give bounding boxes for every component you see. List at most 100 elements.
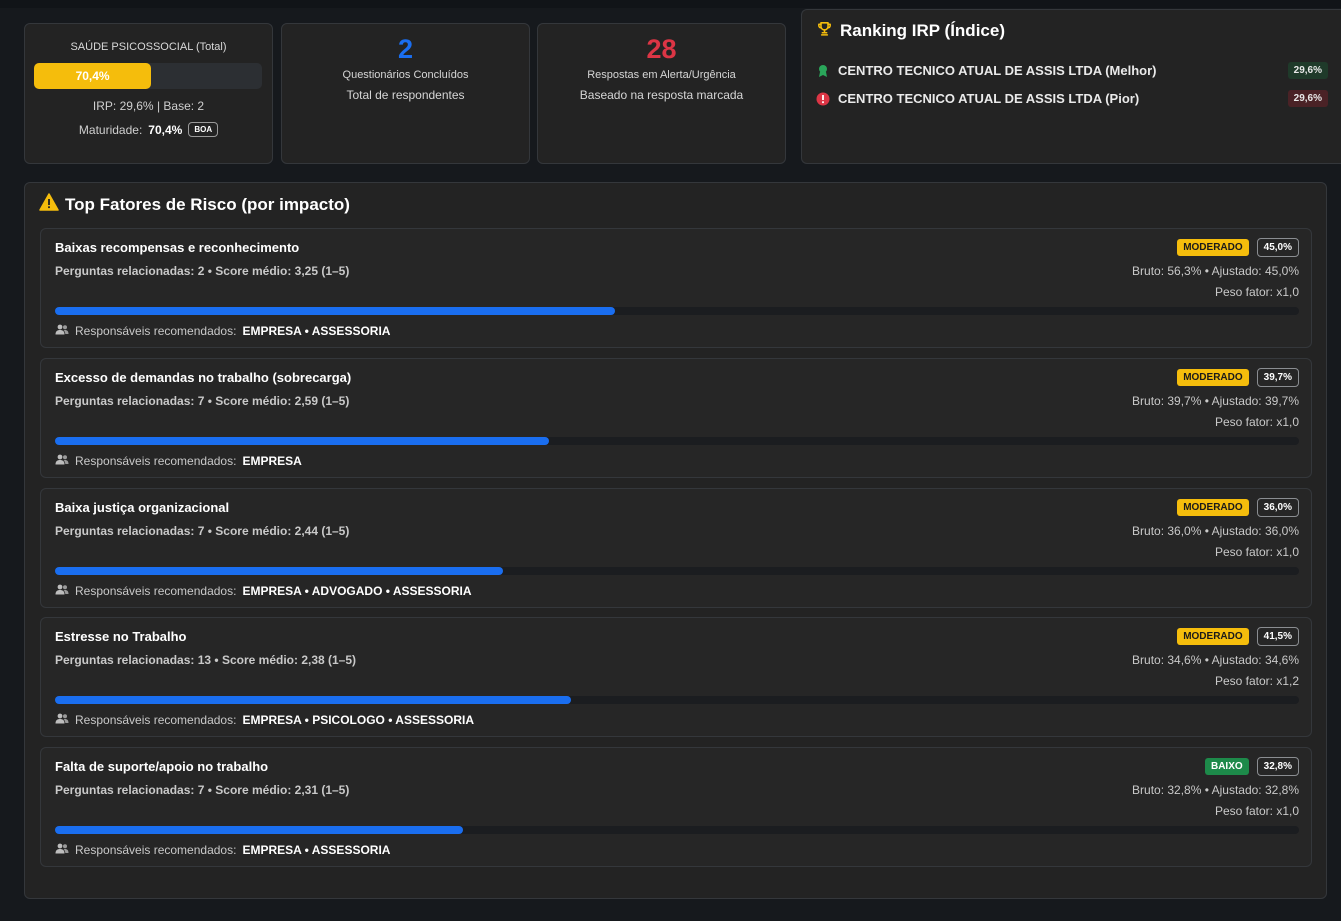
factor-resp-label: Responsáveis recomendados: (75, 454, 237, 468)
health-bar: 70,4% (34, 63, 262, 89)
factor-badges: MODERADO 41,5% (1177, 627, 1299, 646)
ranking-title: Ranking IRP (Índice) (840, 21, 1005, 40)
factor-progress-track (55, 826, 1299, 834)
separator: • (204, 264, 216, 278)
factor-responsibles: Responsáveis recomendados: EMPRESA • ASSE… (55, 843, 390, 857)
alerts-card: 28 Respostas em Alerta/Urgência Baseado … (537, 23, 786, 164)
factor-badges: MODERADO 36,0% (1177, 498, 1299, 517)
factor-resp-label: Responsáveis recomendados: (75, 843, 237, 857)
factor-bruto-ajustado: Bruto: 56,3% • Ajustado: 45,0% (1132, 264, 1299, 278)
trophy-icon (816, 20, 833, 42)
factor-name: Falta de suporte/apoio no trabalho (55, 759, 269, 774)
risk-percent-badge: 36,0% (1256, 498, 1299, 517)
factor-score: Score médio: 2,59 (1–5) (215, 394, 350, 408)
health-bar-fill: 70,4% (34, 63, 152, 89)
factor-bruto-ajustado: Bruto: 32,8% • Ajustado: 32,8% (1132, 783, 1299, 797)
alerts-label: Respostas em Alerta/Urgência (587, 69, 736, 81)
health-irp-text: IRP: 29,6% | Base: 2 (92, 99, 205, 113)
ranking-item-value: 29,6% (1287, 62, 1328, 79)
factor-bruto-ajustado: Bruto: 36,0% • Ajustado: 36,0% (1132, 524, 1299, 538)
risk-factor-card: Falta de suporte/apoio no trabalho Pergun… (40, 747, 1312, 867)
risk-percent-badge: 41,5% (1256, 627, 1299, 646)
health-card: SAÚDE PSICOSSOCIAL (Total) 70,4% IRP: 29… (24, 23, 273, 164)
factor-name: Excesso de demandas no trabalho (sobreca… (55, 370, 352, 385)
factor-meta: Perguntas relacionadas: 7 • Score médio:… (55, 783, 349, 797)
separator: • (211, 653, 222, 667)
maturity-row: Maturidade: 70,4% BOA (25, 122, 272, 137)
factor-progress-fill (55, 696, 572, 704)
risk-header: Top Fatores de Risco (por impacto) (39, 193, 350, 216)
risk-title: Top Fatores de Risco (por impacto) (65, 194, 350, 214)
factor-progress-track (55, 696, 1299, 704)
alerts-sub: Baseado na resposta marcada (579, 88, 744, 102)
factor-meta: Perguntas relacionadas: 7 • Score médio:… (55, 524, 349, 538)
ranking-card: Ranking IRP (Índice) CENTRO TECNICO ATUA… (801, 9, 1341, 164)
factor-responsibles: Responsáveis recomendados: EMPRESA • ADVO… (55, 584, 472, 598)
maturity-value: 70,4% (148, 122, 183, 137)
factor-resp-label: Responsáveis recomendados: (75, 584, 237, 598)
risk-factor-card: Baixas recompensas e reconhecimento Pergu… (40, 228, 1312, 348)
factor-peso: Peso fator: x1,0 (1214, 285, 1299, 299)
factor-name: Baixas recompensas e reconhecimento (55, 240, 300, 255)
factor-meta: Perguntas relacionadas: 13 • Score médio… (55, 653, 356, 667)
factor-badges: BAIXO 32,8% (1204, 757, 1299, 776)
completed-label: Questionários Concluídos (342, 69, 469, 81)
completed-card: 2 Questionários Concluídos Total de resp… (281, 23, 530, 164)
factor-name: Estresse no Trabalho (55, 629, 187, 644)
risk-percent-badge: 39,7% (1256, 368, 1299, 387)
factor-responsibles: Responsáveis recomendados: EMPRESA • PSIC… (55, 713, 474, 727)
factor-questions: 13 (197, 653, 212, 667)
factor-resp-value: EMPRESA • PSICOLOGO • ASSESSORIA (242, 713, 474, 727)
risk-factor-card: Baixa justiça organizacional Perguntas re… (40, 488, 1312, 608)
top-bar (0, 0, 1341, 8)
factor-resp-label: Responsáveis recomendados: (75, 713, 237, 727)
factor-name: Baixa justiça organizacional (55, 500, 230, 515)
alert-circle-icon (816, 92, 830, 106)
users-icon (55, 324, 69, 338)
factor-score: Score médio: 3,25 (1–5) (215, 264, 350, 278)
maturity-badge: BOA (188, 122, 219, 137)
separator: • (204, 783, 216, 797)
factor-bruto-ajustado: Bruto: 39,7% • Ajustado: 39,7% (1132, 394, 1299, 408)
ranking-item-worst: CENTRO TECNICO ATUAL DE ASSIS LTDA (Pior… (816, 90, 1328, 107)
users-icon (55, 713, 69, 727)
factor-meta-label: Perguntas relacionadas: (55, 524, 195, 538)
factor-resp-value: EMPRESA • ASSESSORIA (242, 843, 391, 857)
factor-responsibles: Responsáveis recomendados: EMPRESA • ASSE… (55, 324, 390, 338)
factor-responsibles: Responsáveis recomendados: EMPRESA (55, 454, 302, 468)
factor-peso: Peso fator: x1,0 (1214, 804, 1299, 818)
factor-peso: Peso fator: x1,0 (1214, 415, 1299, 429)
risk-level-badge: MODERADO (1177, 239, 1249, 256)
ranking-item-value: 29,6% (1287, 90, 1328, 107)
factor-meta-label: Perguntas relacionadas: (55, 264, 195, 278)
factor-resp-label: Responsáveis recomendados: (75, 324, 237, 338)
factor-progress-track (55, 567, 1299, 575)
factor-score: Score médio: 2,31 (1–5) (215, 783, 350, 797)
risk-percent-badge: 45,0% (1256, 238, 1299, 257)
factor-progress-track (55, 307, 1299, 315)
warning-icon (39, 193, 59, 216)
factor-badges: MODERADO 39,7% (1177, 368, 1299, 387)
ranking-header: Ranking IRP (Índice) (816, 20, 1005, 42)
factor-progress-fill (55, 567, 503, 575)
alerts-count: 28 (646, 34, 677, 64)
factor-meta-label: Perguntas relacionadas: (55, 783, 195, 797)
separator: • (204, 394, 216, 408)
factor-score: Score médio: 2,38 (1–5) (221, 653, 357, 667)
risk-level-badge: MODERADO (1177, 628, 1249, 645)
risk-level-badge: MODERADO (1177, 369, 1249, 386)
ranking-item-name: CENTRO TECNICO ATUAL DE ASSIS LTDA (Melh… (838, 63, 1157, 78)
factor-peso: Peso fator: x1,0 (1214, 545, 1299, 559)
risk-factors-panel: Top Fatores de Risco (por impacto) Baixa… (24, 182, 1327, 899)
factor-progress-fill (55, 437, 549, 445)
factor-resp-value: EMPRESA • ASSESSORIA (242, 324, 391, 338)
health-title: SAÚDE PSICOSSOCIAL (Total) (70, 41, 227, 53)
users-icon (55, 584, 69, 598)
factor-meta: Perguntas relacionadas: 2 • Score médio:… (55, 264, 349, 278)
ranking-item-name: CENTRO TECNICO ATUAL DE ASSIS LTDA (Pior… (838, 91, 1140, 106)
risk-level-badge: BAIXO (1204, 758, 1249, 775)
award-icon (816, 64, 830, 78)
maturity-label: Maturidade: (78, 122, 143, 137)
factor-meta-label: Perguntas relacionadas: (55, 653, 195, 667)
factor-meta-label: Perguntas relacionadas: (55, 394, 195, 408)
